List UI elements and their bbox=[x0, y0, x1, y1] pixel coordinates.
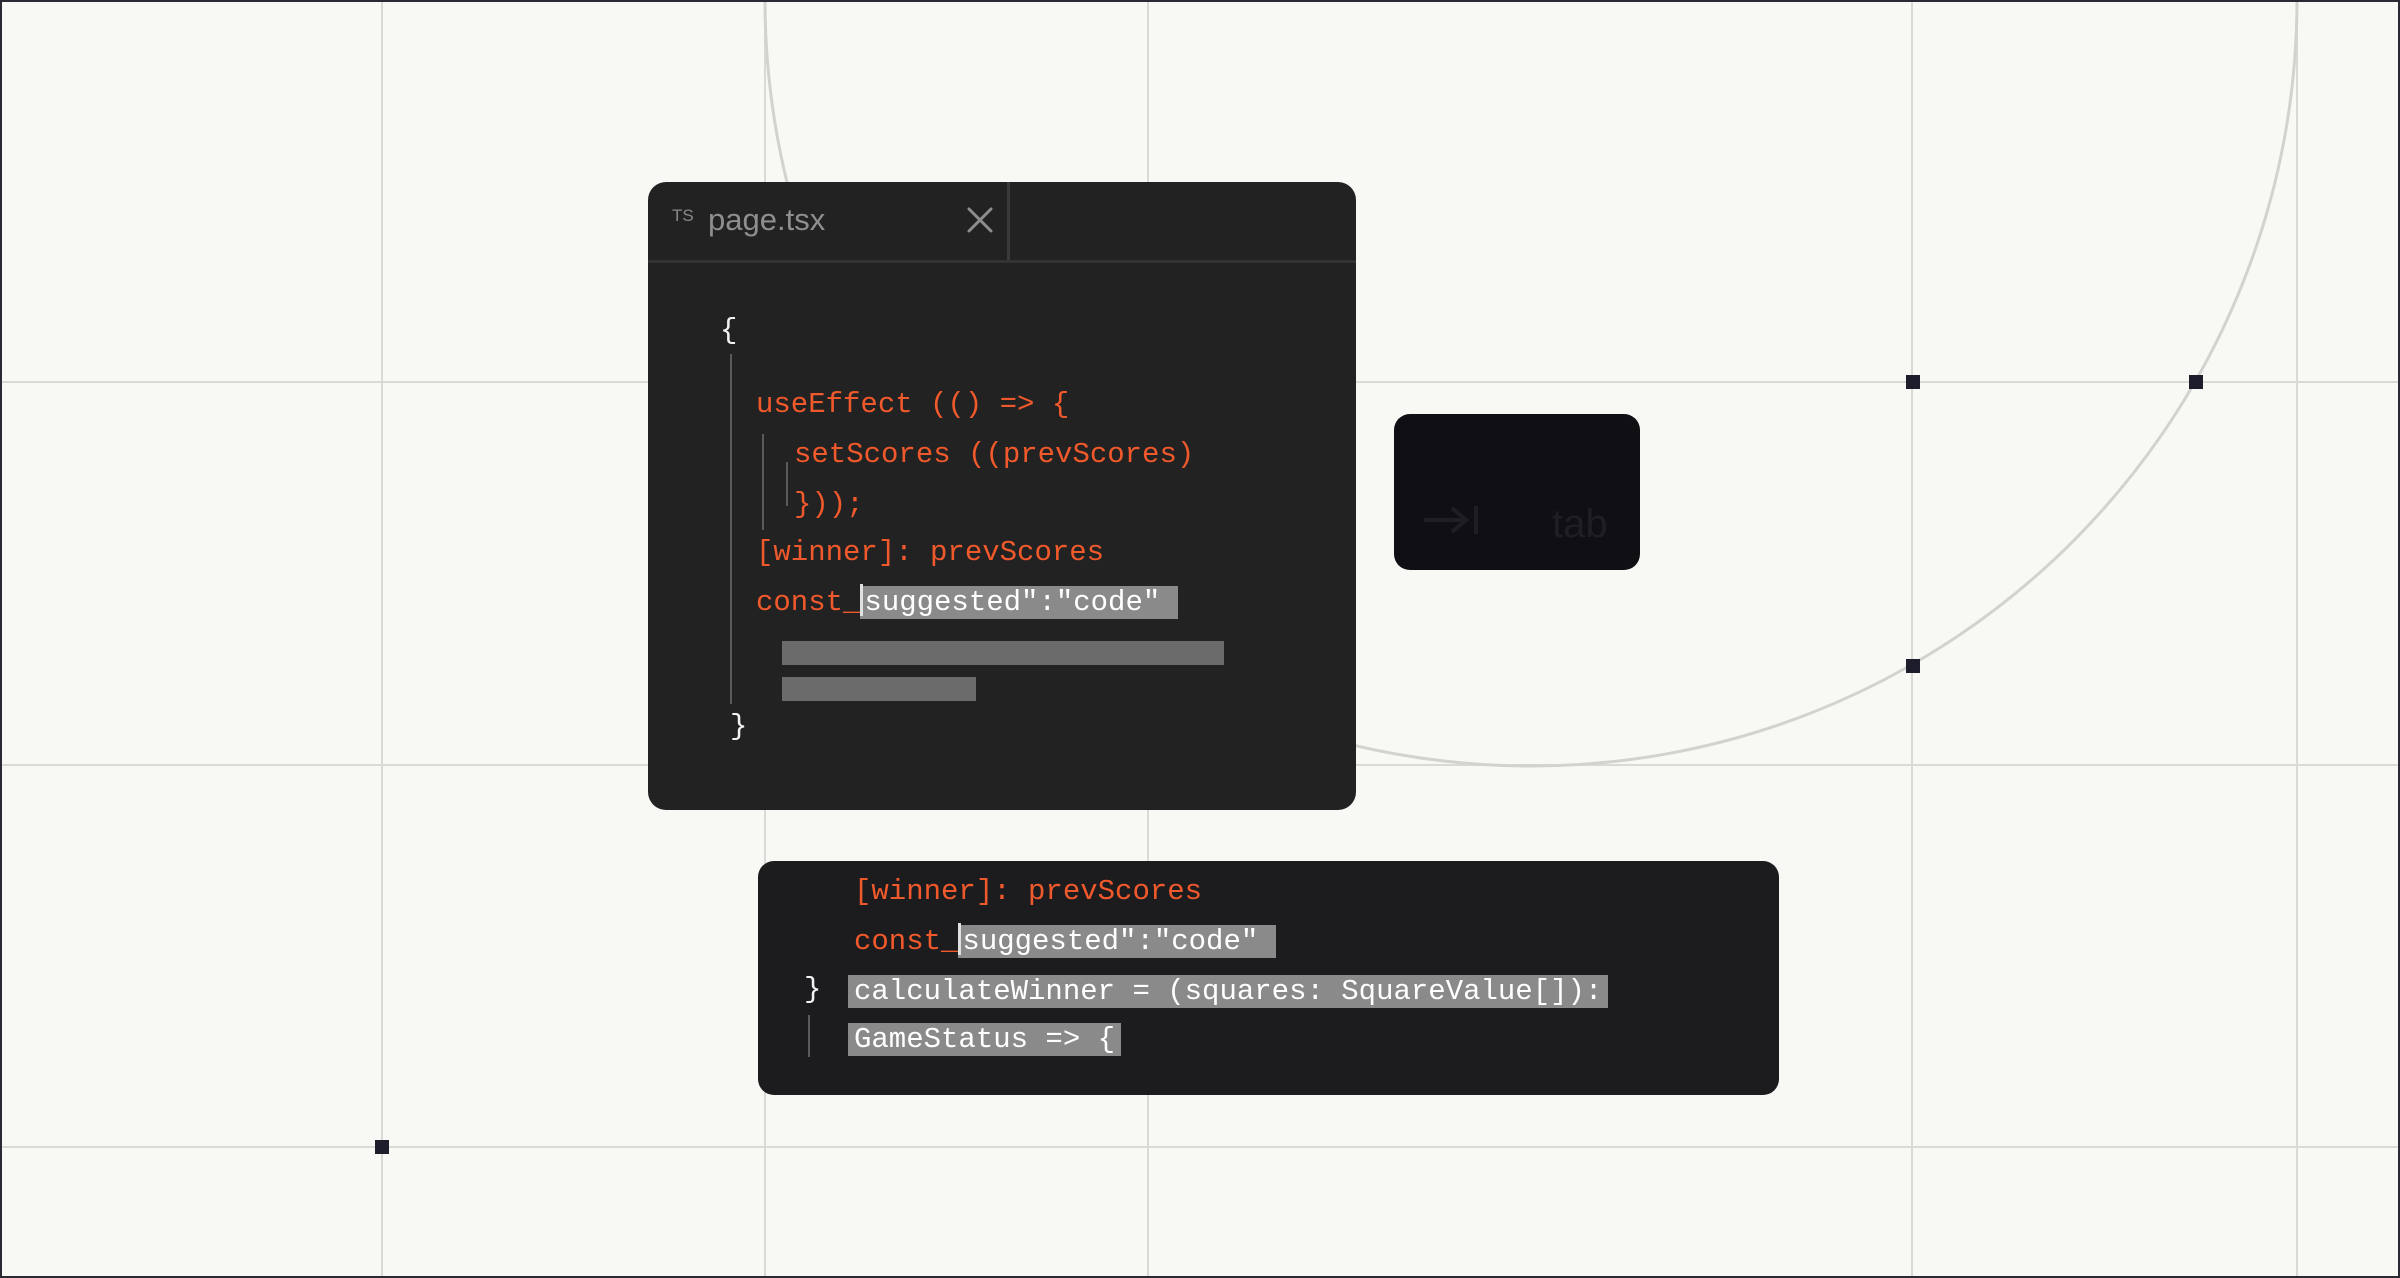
anchor-marker bbox=[2189, 375, 2203, 389]
popup-line-const: const_ suggested":"code" bbox=[854, 923, 1276, 959]
tab-key-hint: tab bbox=[1394, 414, 1640, 570]
indent-guide bbox=[786, 462, 788, 506]
code-line-open-brace: { bbox=[720, 314, 738, 347]
const-keyword: const_ bbox=[756, 586, 861, 619]
suggestion-placeholder-bar bbox=[782, 641, 1224, 665]
inline-suggestion[interactable]: suggested":"code" bbox=[958, 923, 1276, 958]
code-line-close-brace: } bbox=[730, 710, 748, 743]
anchor-marker bbox=[1906, 375, 1920, 389]
tab-key-arrow-icon bbox=[1424, 506, 1478, 534]
popup-line-calc[interactable]: calculateWinner = (squares: SquareValue[… bbox=[848, 975, 1609, 1009]
code-line-const: const_ suggested":"code" bbox=[756, 584, 1178, 620]
editor-tab-page-tsx[interactable]: TS page.tsx bbox=[648, 182, 1010, 260]
popup-line-winner: [winner]: prevScores bbox=[854, 875, 1203, 908]
indent-guide bbox=[808, 1015, 810, 1057]
code-editor-window: TS page.tsx { useEffect (() => { setScor… bbox=[648, 182, 1356, 810]
popup-line-status[interactable]: GameStatus => { bbox=[848, 1023, 1122, 1057]
indent-guide bbox=[762, 434, 764, 530]
tab-filename: page.tsx bbox=[708, 202, 826, 237]
anchor-marker bbox=[1906, 659, 1920, 673]
editor-tab-bar: TS page.tsx bbox=[648, 182, 1356, 263]
typescript-badge: TS bbox=[672, 206, 694, 225]
text-cursor bbox=[860, 584, 864, 616]
const-keyword: const_ bbox=[854, 925, 959, 958]
text-cursor bbox=[958, 923, 962, 955]
tab-key-label: tab bbox=[1552, 502, 1608, 546]
code-line-set-scores: setScores ((prevScores) bbox=[794, 438, 1195, 471]
popup-close-brace: } bbox=[804, 973, 822, 1006]
code-line-use-effect: useEffect (() => { bbox=[756, 388, 1070, 421]
suggestion-popup: [winner]: prevScores const_ suggested":"c… bbox=[758, 861, 1779, 1095]
anchor-marker bbox=[375, 1140, 389, 1154]
code-line-close-paren: })); bbox=[794, 488, 864, 521]
inline-suggestion[interactable]: suggested":"code" bbox=[860, 584, 1178, 619]
close-icon[interactable] bbox=[964, 204, 996, 236]
code-line-winner: [winner]: prevScores bbox=[756, 536, 1105, 569]
indent-guide bbox=[730, 354, 732, 704]
suggestion-placeholder-bar bbox=[782, 677, 976, 701]
